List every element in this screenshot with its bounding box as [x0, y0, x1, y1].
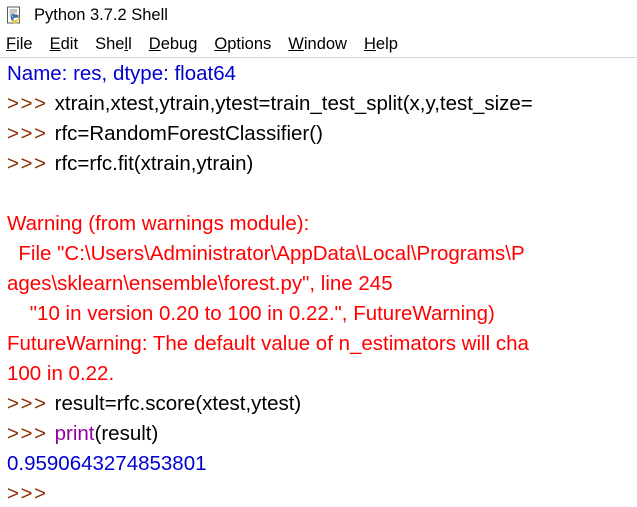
warning-header-span-0: Warning (from warnings module):: [7, 212, 310, 235]
menu-edit-mnemonic: E: [49, 34, 61, 53]
input-rfc-score-span-1: result=rfc.score(xtest,ytest): [54, 392, 302, 415]
input-train-test-split: >>> xtrain,xtest,ytrain,ytest=train_test…: [7, 89, 637, 119]
warning-file-path-wrap: ages\sklearn\ensemble\forest.py", line 2…: [7, 269, 637, 299]
input-rfc-fit: >>> rfc=rfc.fit(xtrain,ytrain): [7, 149, 637, 179]
warning-message-wrap-span-0: 100 in 0.22.: [7, 362, 115, 385]
input-randomforestclassifier: >>> rfc=RandomForestClassifier(): [7, 119, 637, 149]
menu-shell-pre: She: [95, 34, 125, 53]
menu-item-shell[interactable]: Shell: [95, 35, 132, 54]
warning-message-wrap: 100 in 0.22.: [7, 359, 637, 389]
input-randomforestclassifier-span-1: rfc=RandomForestClassifier(): [54, 122, 323, 145]
input-rfc-score-span-0: >>>: [7, 392, 55, 415]
warning-file-path-wrap-span-0: ages\sklearn\ensemble\forest.py", line 2…: [7, 272, 393, 295]
warning-message: FutureWarning: The default value of n_es…: [7, 329, 637, 359]
prompt-current: >>>: [7, 479, 637, 507]
menu-help-post: elp: [375, 34, 398, 53]
input-rfc-fit-span-0: >>>: [7, 152, 55, 175]
input-train-test-split-span-1: xtrain,xtest,ytrain,ytest=train_test_spl…: [54, 92, 533, 115]
menu-shell-post: l: [128, 34, 132, 53]
menu-item-edit[interactable]: Edit: [50, 35, 78, 54]
menu-options-post: ptions: [227, 34, 272, 53]
shell-text-area[interactable]: Name: res, dtype: float64 >>> xtrain,xtes…: [0, 59, 637, 507]
input-print-result-span-0: >>>: [7, 422, 55, 445]
menu-debug-mnemonic: D: [148, 34, 161, 53]
input-rfc-score: >>> result=rfc.score(xtest,ytest): [7, 389, 637, 419]
python-idle-icon: [6, 6, 26, 26]
menu-window-mnemonic: W: [288, 34, 304, 53]
input-randomforestclassifier-span-0: >>>: [7, 122, 55, 145]
input-print-result-span-1: print: [54, 422, 95, 445]
menu-help-mnemonic: H: [363, 34, 376, 53]
output-score-value-span-0: 0.9590643274853801: [7, 452, 207, 475]
warning-source-line: "10 in version 0.20 to 100 in 0.22.", Fu…: [7, 299, 637, 329]
menu-debug-post: ebug: [160, 34, 198, 53]
menu-file-mnemonic: F: [6, 34, 17, 53]
menu-item-help[interactable]: Help: [364, 35, 398, 54]
menu-item-debug[interactable]: Debug: [149, 35, 198, 54]
menu-file-post: ile: [16, 34, 33, 53]
window-title: Python 3.7.2 Shell: [34, 6, 168, 24]
output-dtype-span-0: Name: res, dtype: float64: [7, 62, 237, 85]
title-bar: Python 3.7.2 Shell: [0, 0, 637, 31]
input-print-result-span-2: (result): [94, 422, 159, 445]
output-score-value: 0.9590643274853801: [7, 449, 637, 479]
menu-item-options[interactable]: Options: [214, 35, 271, 54]
warning-file-path: File "C:\Users\Administrator\AppData\Loc…: [7, 239, 637, 269]
menu-bar: File Edit Shell Debug Options Window Hel…: [0, 31, 637, 58]
warning-file-path-span-0: File "C:\Users\Administrator\AppData\Loc…: [7, 242, 525, 265]
menu-options-mnemonic: O: [214, 34, 228, 53]
blank-line: [7, 179, 637, 209]
menu-window-post: indow: [303, 34, 347, 53]
output-dtype: Name: res, dtype: float64: [7, 59, 637, 89]
input-print-result: >>> print(result): [7, 419, 637, 449]
input-rfc-fit-span-1: rfc=rfc.fit(xtrain,ytrain): [54, 152, 254, 175]
blank-line-span-0: [7, 182, 13, 205]
idle-shell-window: Python 3.7.2 Shell File Edit Shell Debug…: [0, 0, 637, 507]
input-train-test-split-span-0: >>>: [7, 92, 55, 115]
prompt-current-span-0: >>>: [7, 482, 55, 505]
menu-edit-post: dit: [60, 34, 79, 53]
warning-header: Warning (from warnings module):: [7, 209, 637, 239]
menu-item-window[interactable]: Window: [288, 35, 347, 54]
warning-message-span-0: FutureWarning: The default value of n_es…: [7, 332, 529, 355]
menu-item-file[interactable]: File: [6, 35, 33, 54]
warning-source-line-span-0: "10 in version 0.20 to 100 in 0.22.", Fu…: [7, 302, 495, 325]
